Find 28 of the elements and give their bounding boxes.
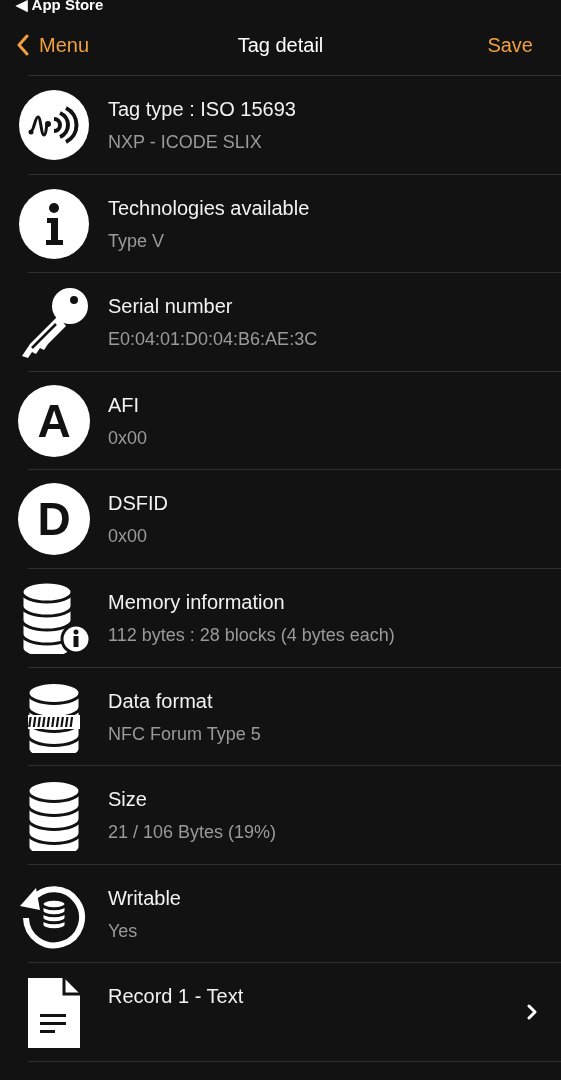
nfc-wave-icon (18, 89, 90, 161)
item-value: Yes (108, 919, 139, 943)
item-value: 0x00 (108, 426, 148, 450)
item-title: DSFID (108, 491, 168, 517)
item-value: 21 / 106 Bytes (19%) (108, 821, 277, 845)
item-title: Technologies available (108, 195, 310, 221)
screen-title: Tag detail (237, 32, 324, 58)
item-value: 112 bytes : 28 blocks (4 bytes each) (108, 623, 395, 647)
item-title: Tag type : ISO 15693 (108, 97, 296, 122)
item-title: Serial number (108, 294, 234, 320)
save-button[interactable]: Save (487, 29, 561, 60)
back-button[interactable]: Menu (0, 29, 90, 60)
item-title: AFI (108, 392, 141, 418)
info-icon (18, 187, 90, 260)
item-title: Record 1 - Text (108, 984, 244, 1010)
item-title: Writable (108, 885, 181, 911)
item-value: 0x00 (108, 525, 149, 549)
chevron-left-icon (16, 33, 29, 56)
item-value: NFC Forum Type 5 (108, 722, 261, 746)
item-value: Type V (108, 229, 166, 253)
item-title: Memory information (108, 589, 286, 615)
item-title: Data format (108, 688, 214, 714)
list-item[interactable]: Record 1 - Text (0, 962, 561, 1061)
item-value: E0:04:01:D0:04:B6:AE:3C (108, 328, 318, 352)
item-value: NXP - ICODE SLIX (108, 131, 263, 154)
back-to-app-link[interactable]: ◀ App Store (16, 0, 561, 12)
item-title: Size (108, 787, 148, 813)
chevron-right-icon (527, 1003, 537, 1020)
